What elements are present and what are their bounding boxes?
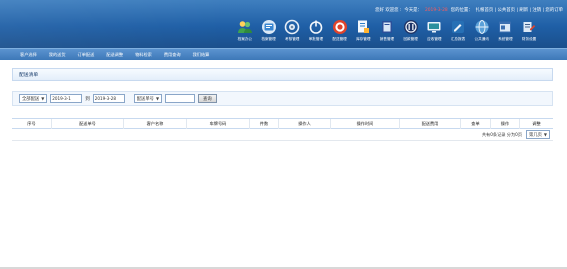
- module-button-7[interactable]: 回款管理: [399, 19, 423, 46]
- window-icon: [497, 19, 513, 35]
- module-button-6[interactable]: 销售管理: [375, 19, 399, 46]
- module-label: 回款管理: [403, 37, 418, 41]
- page-select-value: 第几页: [529, 132, 542, 138]
- column-header-operator: 操作人: [279, 119, 331, 129]
- date-to-input[interactable]: 2019-3-28: [92, 94, 125, 103]
- column-header-order-no: 配送单号: [52, 119, 124, 129]
- location-label: 您的位置：: [450, 8, 473, 13]
- page-title-bar: 配送清单: [12, 68, 553, 81]
- module-button-1[interactable]: 档案管理: [257, 19, 281, 46]
- module-label: 公共通讯: [474, 37, 489, 41]
- module-button-2[interactable]: 考核管理: [280, 19, 304, 46]
- settings-icon: [521, 19, 537, 35]
- column-header-fee: 配送费用: [400, 119, 461, 129]
- document-icon: [355, 19, 371, 35]
- column-header-plate: 车牌号码: [187, 119, 250, 129]
- monitor-icon: [426, 19, 442, 35]
- module-button-9[interactable]: 汇总报表: [446, 19, 470, 46]
- module-button-0[interactable]: 档案办公: [233, 19, 257, 46]
- page-select[interactable]: 第几页 ▼: [526, 130, 550, 139]
- pager: 共有0条记录 分为0页 第几页 ▼: [12, 129, 553, 141]
- module-toolbar: 档案办公 档案管理 考核管理 审批管理 配送管理 库存管理 销售管理 回款管理 …: [233, 19, 565, 46]
- today-date: 2019-3-28: [424, 8, 448, 13]
- page-title: 配送清单: [19, 73, 39, 78]
- header-banner: 您好 欢迎您 : 今天是： 2019-3-28 您的位置： 扎根首页 | 公共首…: [0, 0, 567, 48]
- module-label: 审批管理: [308, 37, 324, 41]
- quick-links[interactable]: 扎根首页 | 公共首页 | 刷新 | 注销 | 您的订单: [476, 7, 563, 15]
- column-header-adjust: 调整: [532, 121, 541, 126]
- chevron-down-icon: ▼: [41, 96, 45, 101]
- module-button-12[interactable]: 财务设置: [517, 19, 541, 46]
- greeting-text: 您好 欢迎您 :: [375, 8, 402, 13]
- module-button-11[interactable]: 系统管理: [494, 19, 518, 46]
- nav-item-5[interactable]: 费用查询: [158, 50, 187, 60]
- book-icon: [379, 19, 395, 35]
- nav-item-0[interactable]: 客户选择: [14, 50, 43, 60]
- top-link-bar: 您好 欢迎您 : 今天是： 2019-3-28 您的位置： 扎根首页 | 公共首…: [375, 7, 563, 15]
- gear-icon: [284, 19, 300, 35]
- module-label: 应收管理: [427, 37, 442, 41]
- header-pattern: [0, 0, 230, 48]
- today-label: 今天是：: [404, 8, 422, 13]
- status-select-value: 全部配送: [22, 96, 40, 102]
- delivery-table: 序号 配送单号 客户名称 车牌号码 件数 操作人 操作时间 配送费用 查单 操作…: [12, 118, 553, 141]
- status-select[interactable]: 全部配送 ▼: [19, 94, 48, 103]
- folder-icon: [261, 19, 277, 35]
- field-select-value: 配送单号: [136, 96, 154, 102]
- module-label: 配送管理: [332, 37, 347, 41]
- power-icon: [308, 19, 324, 35]
- column-header-time: 操作时间: [331, 119, 400, 129]
- filter-bar: 全部配送 ▼ 2019-3-1 到 2019-3-28 配送单号 ▼ 查询: [12, 91, 553, 106]
- module-button-8[interactable]: 应收管理: [423, 19, 447, 46]
- query-button[interactable]: 查询: [198, 94, 217, 103]
- module-button-10[interactable]: 公共通讯: [470, 19, 494, 46]
- module-label: 档案管理: [261, 37, 276, 41]
- pager-summary: 共有0条记录 分为0页: [481, 131, 523, 137]
- nav-item-4[interactable]: 物料检索: [129, 50, 158, 60]
- target-icon: [332, 19, 348, 35]
- chevron-down-icon: ▼: [543, 132, 547, 137]
- column-header-pieces: 件数: [250, 119, 279, 129]
- module-label: 系统管理: [498, 37, 513, 41]
- field-select[interactable]: 配送单号 ▼: [133, 94, 163, 103]
- chevron-down-icon: ▼: [155, 96, 160, 101]
- column-header-index: 序号: [12, 119, 52, 129]
- nav-strip: 客户选择 我的送货 订单配送 配送调整 物料检索 费用查询 我们结算: [0, 48, 567, 60]
- chart-icon: [403, 19, 419, 35]
- pen-icon: [450, 19, 466, 35]
- module-label: 档案办公: [237, 37, 253, 41]
- date-separator: 到: [85, 96, 90, 102]
- module-button-4[interactable]: 配送管理: [328, 19, 352, 46]
- date-from-input[interactable]: 2019-3-1: [50, 94, 83, 103]
- module-button-5[interactable]: 库存管理: [351, 19, 375, 46]
- module-label: 销售管理: [379, 37, 395, 41]
- module-label: 库存管理: [356, 37, 371, 41]
- column-header-customer: 客户名称: [124, 119, 187, 129]
- nav-item-1[interactable]: 我的送货: [43, 50, 72, 60]
- globe-icon: [474, 19, 490, 35]
- module-label: 考核管理: [285, 37, 300, 41]
- table-header: 序号 配送单号 客户名称 车牌号码 件数 操作人 操作时间 配送费用 查单 操作…: [12, 118, 553, 129]
- module-label: 汇总报表: [450, 37, 466, 41]
- nav-item-6[interactable]: 我们结算: [187, 50, 216, 60]
- app-window: 您好 欢迎您 : 今天是： 2019-3-28 您的位置： 扎根首页 | 公共首…: [0, 0, 567, 269]
- users-icon: [237, 19, 253, 35]
- nav-item-2[interactable]: 订单配送: [72, 50, 101, 60]
- module-button-3[interactable]: 审批管理: [304, 19, 328, 46]
- module-label: 财务设置: [521, 37, 537, 41]
- query-input[interactable]: [165, 94, 196, 103]
- column-header-action: 操作: [491, 119, 520, 129]
- nav-item-3[interactable]: 配送调整: [100, 50, 129, 60]
- column-header-check: 查单: [461, 119, 491, 129]
